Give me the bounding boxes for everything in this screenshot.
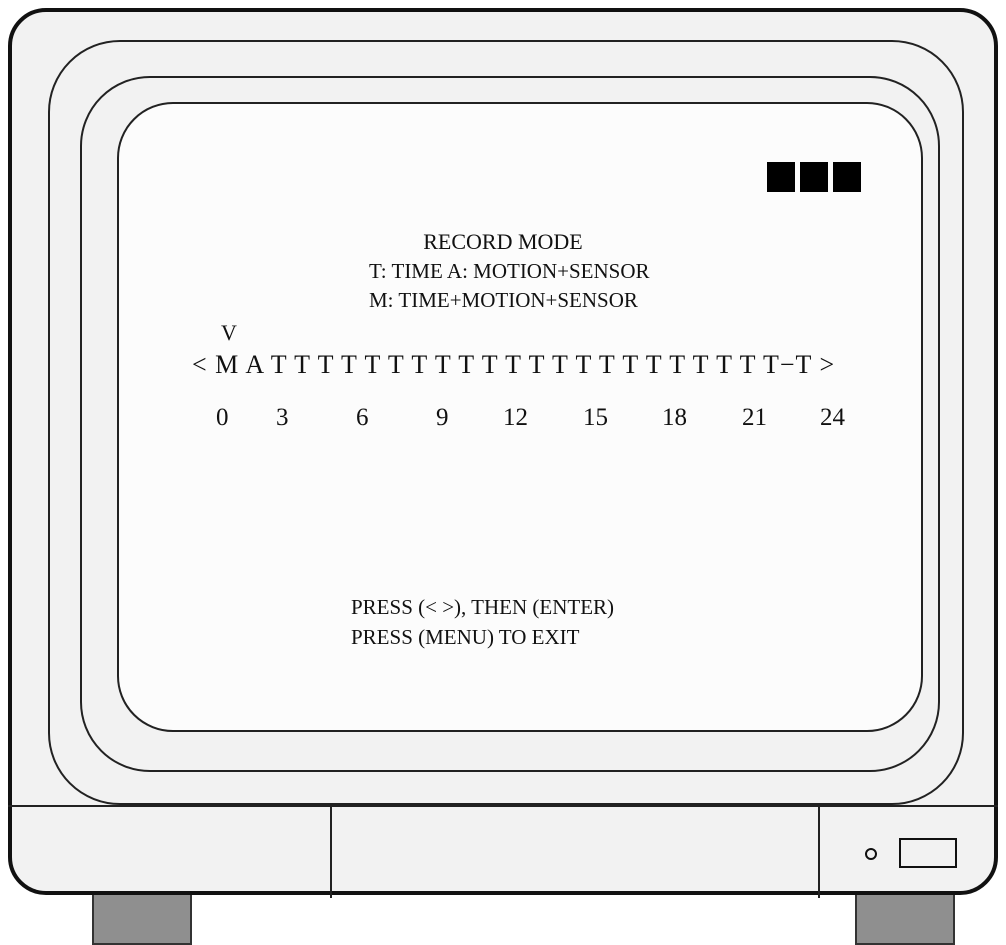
cursor-marker: V bbox=[221, 320, 237, 345]
hour-tick-21: 21 bbox=[742, 404, 767, 431]
hour-tick-24: 24 bbox=[820, 404, 845, 431]
monitor-foot-right bbox=[855, 890, 955, 945]
power-button-icon[interactable] bbox=[899, 838, 957, 868]
record-mode-title: RECORD MODE bbox=[423, 229, 583, 254]
mode-legend-line-1: T: TIME A: MOTION+SENSOR bbox=[369, 259, 650, 283]
hour-tick-12: 12 bbox=[503, 404, 528, 431]
power-led-icon bbox=[865, 848, 877, 860]
instruction-line-2: PRESS (MENU) TO EXIT bbox=[351, 625, 580, 649]
front-panel-top-edge bbox=[8, 805, 998, 807]
hour-tick-18: 18 bbox=[662, 404, 687, 431]
status-indicator-block-3 bbox=[833, 162, 861, 192]
front-panel-divider-right bbox=[818, 806, 820, 898]
monitor-foot-left bbox=[92, 890, 192, 945]
hour-tick-6: 6 bbox=[356, 404, 369, 431]
hour-tick-3: 3 bbox=[276, 404, 289, 431]
status-indicator-block-2 bbox=[800, 162, 828, 192]
schedule-timeline[interactable]: < M A T T T T T T T T T T T T T T T T T … bbox=[192, 350, 835, 380]
front-panel-divider-left bbox=[330, 806, 332, 898]
hour-tick-15: 15 bbox=[583, 404, 608, 431]
hour-tick-0: 0 bbox=[216, 404, 229, 431]
instruction-line-1: PRESS (< >), THEN (ENTER) bbox=[351, 595, 615, 619]
mode-legend-line-2: M: TIME+MOTION+SENSOR bbox=[369, 288, 638, 312]
hour-tick-9: 9 bbox=[436, 404, 449, 431]
status-indicator-block-1 bbox=[767, 162, 795, 192]
